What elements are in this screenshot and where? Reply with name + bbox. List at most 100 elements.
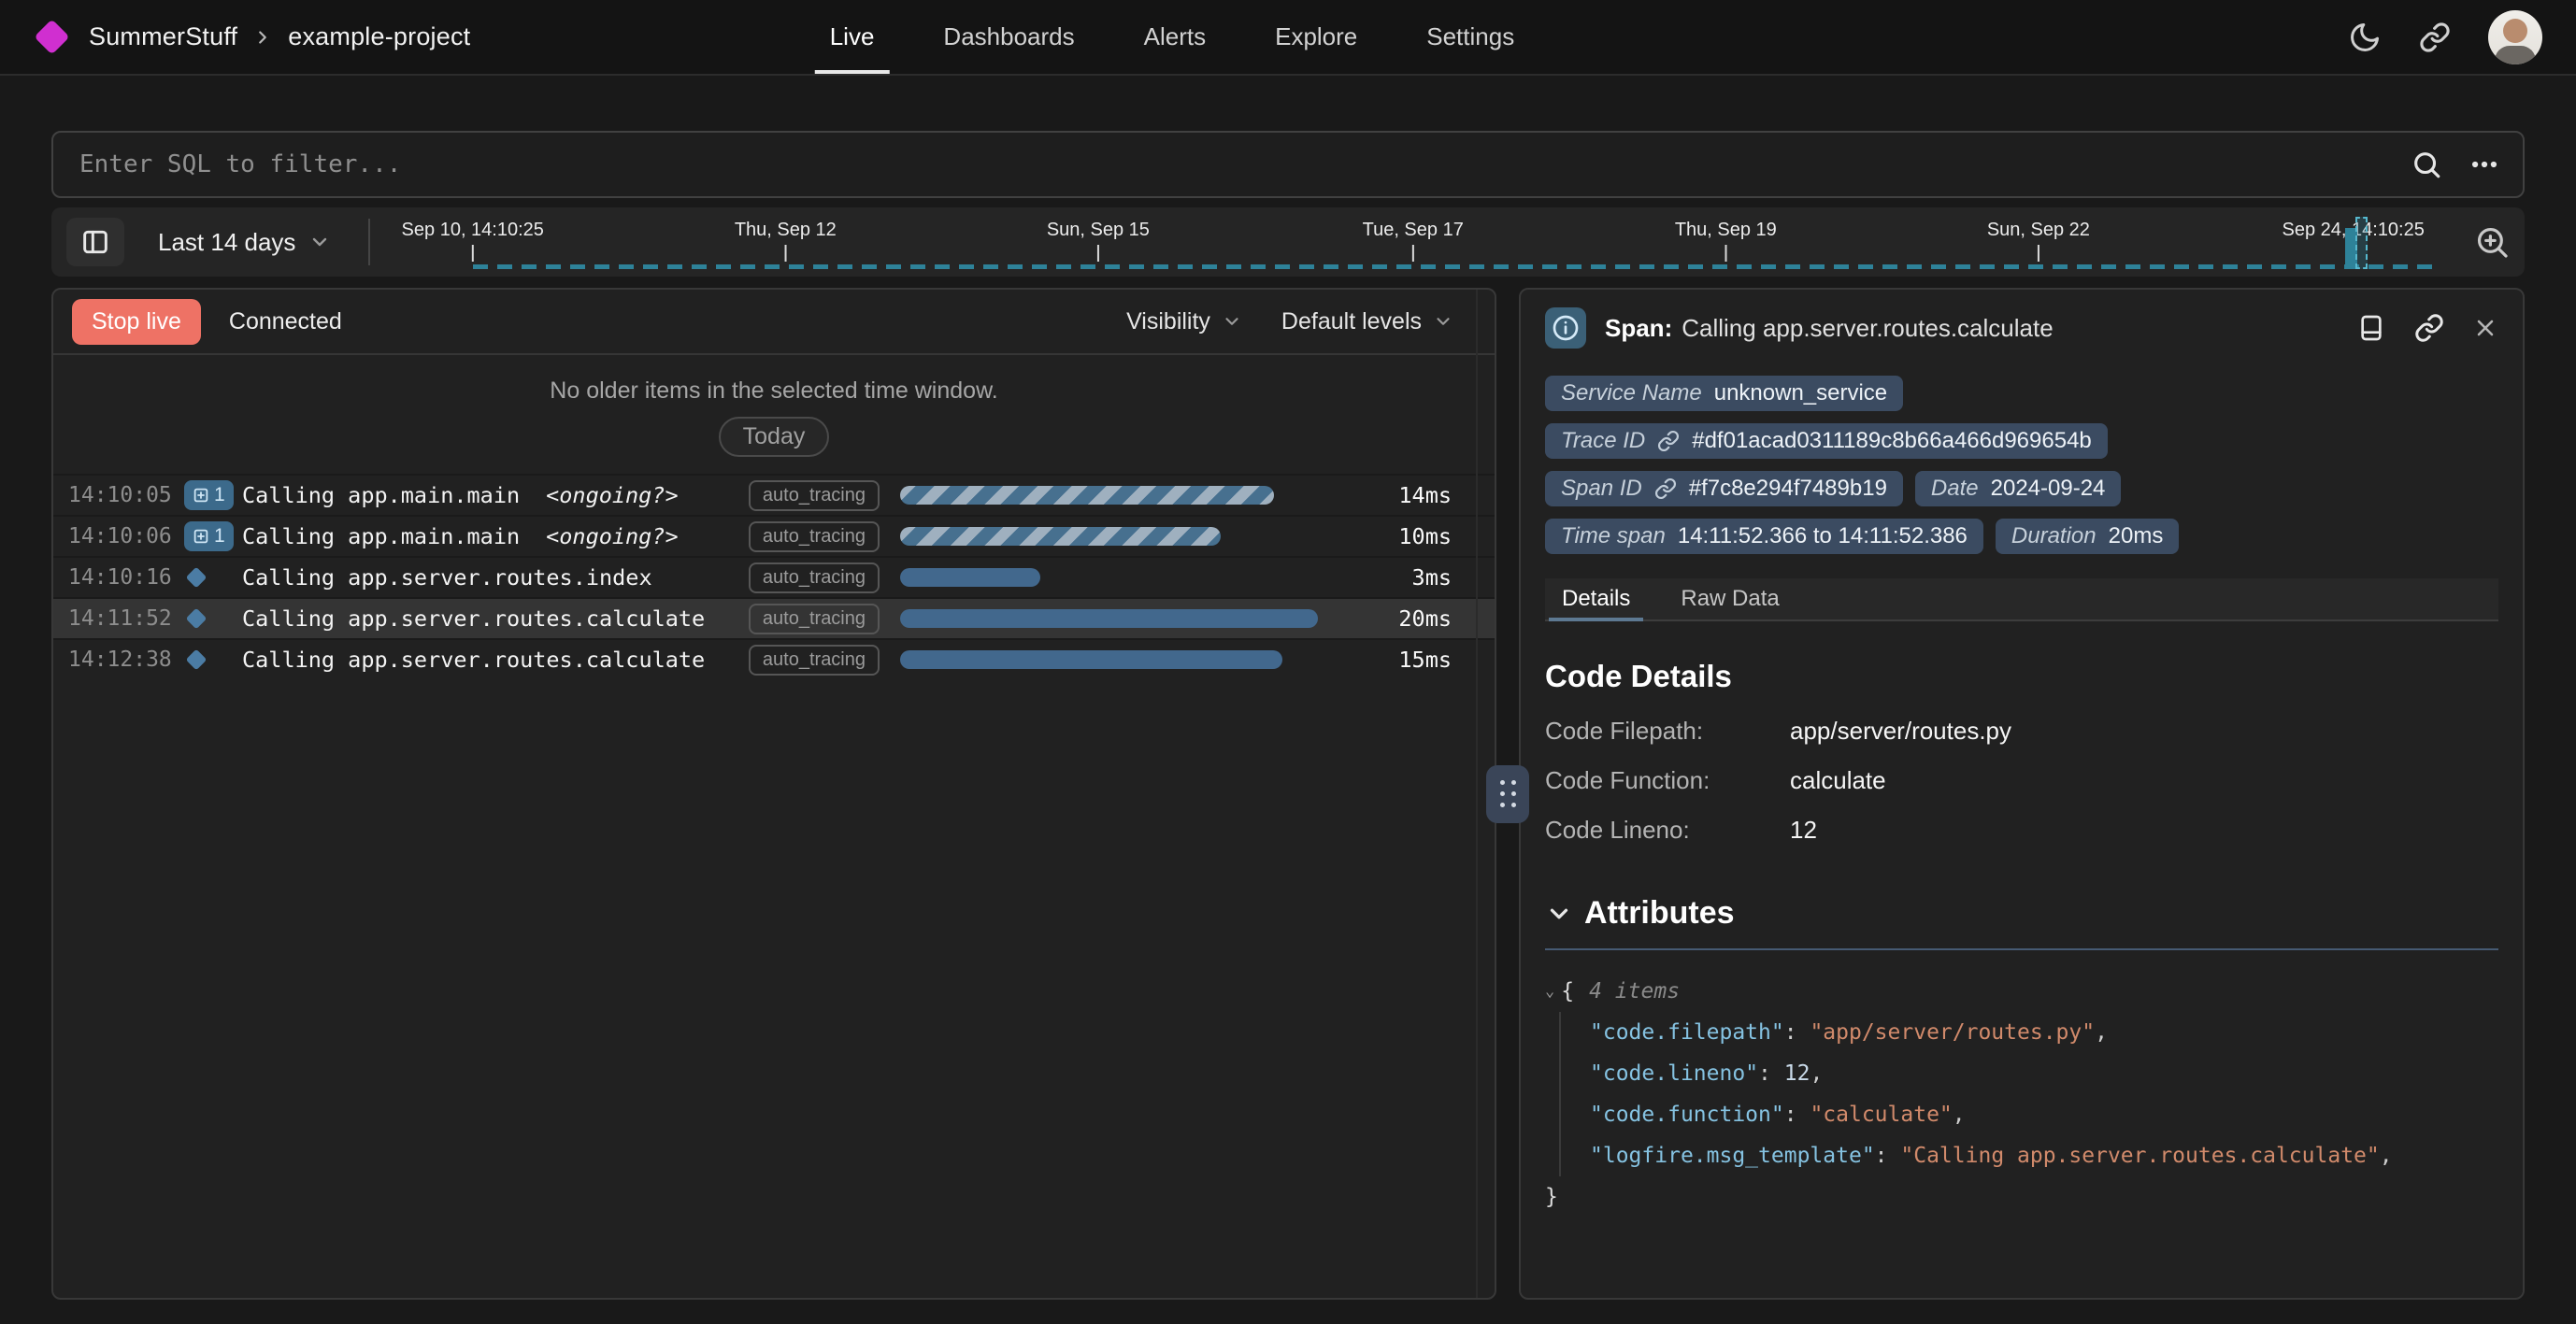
visibility-label: Visibility (1126, 308, 1210, 335)
close-icon[interactable] (2472, 315, 2498, 341)
json-close-brace: } (1545, 1176, 2498, 1217)
time-range-label: Last 14 days (158, 228, 295, 257)
panel-bottom-icon[interactable] (2356, 313, 2386, 343)
timeline-tick: Sun, Sep 15 (1047, 220, 1150, 262)
badge-trace-id: Trace ID #df01acad0311189c8b66a466d96965… (1545, 423, 2108, 459)
timeline-tick: Tue, Sep 17 (1363, 220, 1464, 262)
sql-filter-input[interactable] (51, 131, 2525, 198)
span-time: 14:12:38 (68, 648, 184, 672)
json-entry: "code.lineno": 12, (1590, 1053, 2498, 1094)
tab-details[interactable]: Details (1554, 578, 1638, 619)
empty-window-notice: No older items in the selected time wind… (53, 355, 1495, 457)
span-row[interactable]: 14:12:38 Calling app.server.routes.calcu… (53, 638, 1495, 679)
visibility-dropdown[interactable]: Visibility (1126, 308, 1242, 335)
stop-live-button[interactable]: Stop live (72, 299, 201, 345)
code-function-row: Code Function: calculate (1545, 766, 2498, 795)
span-row[interactable]: 14:10:05 1 Calling app.main.main <ongoin… (53, 474, 1495, 515)
duration-bar-track (900, 527, 1339, 546)
collapse-chevron-icon[interactable]: ⌄ (1545, 971, 1554, 1012)
tab-dashboards[interactable]: Dashboards (928, 0, 1089, 74)
span-row[interactable]: 14:10:16 Calling app.server.routes.index… (53, 556, 1495, 597)
json-entries: "code.filepath": "app/server/routes.py",… (1559, 1012, 2498, 1176)
span-ongoing-marker: <ongoing?> (546, 482, 678, 508)
json-entry: "code.filepath": "app/server/routes.py", (1590, 1012, 2498, 1053)
span-row-selected[interactable]: 14:11:52 Calling app.server.routes.calcu… (53, 597, 1495, 638)
panel-resize-handle[interactable] (1486, 765, 1529, 823)
tab-live[interactable]: Live (815, 0, 890, 74)
span-meta-badges: Service Name unknown_service Trace ID #d… (1545, 376, 2498, 554)
attributes-section-toggle[interactable]: Attributes (1545, 895, 2498, 932)
nav-tabs: Live Dashboards Alerts Explore Settings (815, 0, 1529, 74)
collapsed-count: 1 (214, 484, 225, 506)
link-icon[interactable] (1654, 477, 1677, 500)
collapsed-count: 1 (214, 525, 225, 548)
tab-explore[interactable]: Explore (1260, 0, 1372, 74)
duration-bar (900, 527, 1221, 546)
json-open-line[interactable]: ⌄ { 4 items (1545, 971, 2498, 1012)
collapsed-count-badge[interactable]: 1 (184, 521, 234, 551)
tab-raw-data[interactable]: Raw Data (1673, 578, 1786, 619)
timeline-tick: Sun, Sep 22 (1987, 220, 2090, 262)
brand-diamond-logo[interactable] (34, 19, 69, 54)
live-list-panel: Stop live Connected Visibility Default l… (51, 288, 1496, 1300)
span-diamond-icon (186, 649, 208, 671)
span-row[interactable]: 14:10:06 1 Calling app.main.main <ongoin… (53, 515, 1495, 556)
span-duration: 20ms (1364, 605, 1452, 632)
attributes-json-tree: ⌄ { 4 items "code.filepath": "app/server… (1545, 971, 2498, 1217)
timeline-tick: Thu, Sep 12 (735, 220, 837, 262)
tab-alerts[interactable]: Alerts (1129, 0, 1221, 74)
span-diamond-icon (186, 567, 208, 589)
span-title-text: Calling app.server.routes.calculate (1682, 314, 2053, 342)
tag-auto-tracing[interactable]: auto_tracing (749, 604, 880, 634)
panel-gap (1496, 288, 1519, 1300)
span-message: Calling app.server.routes.calculate (242, 605, 705, 632)
default-levels-dropdown[interactable]: Default levels (1281, 308, 1453, 335)
span-duration: 3ms (1364, 564, 1452, 591)
breadcrumb-project[interactable]: example-project (288, 22, 470, 51)
collapsed-count-badge[interactable]: 1 (184, 480, 234, 510)
ellipsis-icon[interactable] (2469, 149, 2500, 180)
breadcrumb-org[interactable]: SummerStuff (89, 22, 237, 51)
badge-duration: Duration 20ms (1996, 519, 2179, 554)
span-message: Calling app.server.routes.calculate (242, 647, 705, 673)
code-details-table: Code Filepath: app/server/routes.py Code… (1545, 717, 2498, 845)
moon-icon[interactable] (2348, 21, 2382, 54)
span-detail-panel: Span: Calling app.server.routes.calculate (1519, 288, 2525, 1300)
code-lineno-row: Code Lineno: 12 (1545, 816, 2498, 845)
span-diamond-icon (186, 608, 208, 630)
zoom-in-icon[interactable] (2474, 224, 2510, 260)
duration-bar-track (900, 609, 1339, 628)
duration-bar-track (900, 650, 1339, 669)
duration-bar-track (900, 568, 1339, 587)
tag-auto-tracing[interactable]: auto_tracing (749, 645, 880, 676)
tag-auto-tracing[interactable]: auto_tracing (749, 562, 880, 593)
tag-auto-tracing[interactable]: auto_tracing (749, 521, 880, 552)
span-label: Span: (1605, 314, 1672, 342)
tab-settings[interactable]: Settings (1411, 0, 1529, 74)
nav-actions (2348, 10, 2542, 64)
link-icon[interactable] (2419, 21, 2451, 53)
info-icon (1545, 307, 1586, 349)
link-icon[interactable] (2414, 313, 2444, 343)
link-icon[interactable] (1657, 430, 1680, 452)
timeline-plot[interactable]: Sep 10, 14:10:25 Thu, Sep 12 Sun, Sep 15… (370, 207, 2455, 277)
timeline-selection-region[interactable] (2355, 217, 2368, 269)
duration-bar (900, 650, 1282, 669)
chevron-down-icon (1222, 311, 1242, 332)
chevron-down-icon (1433, 311, 1453, 332)
badge-time-span: Time span 14:11:52.366 to 14:11:52.386 (1545, 519, 1983, 554)
avatar[interactable] (2488, 10, 2542, 64)
time-range-dropdown[interactable]: Last 14 days (158, 228, 331, 257)
span-ongoing-marker: <ongoing?> (546, 523, 678, 549)
search-icon[interactable] (2411, 149, 2442, 180)
chevron-right-icon (252, 27, 273, 48)
span-duration: 15ms (1364, 647, 1452, 673)
empty-window-message: No older items in the selected time wind… (53, 377, 1495, 405)
today-button[interactable]: Today (719, 417, 830, 457)
tag-auto-tracing[interactable]: auto_tracing (749, 480, 880, 511)
duration-bar-track (900, 486, 1339, 505)
sidebar-toggle-icon[interactable] (66, 218, 124, 266)
badge-service-name: Service Name unknown_service (1545, 376, 1903, 411)
timeline-bar: Last 14 days Sep 10, 14:10:25 Thu, Sep 1… (51, 207, 2525, 277)
chevron-down-icon (1545, 900, 1573, 928)
